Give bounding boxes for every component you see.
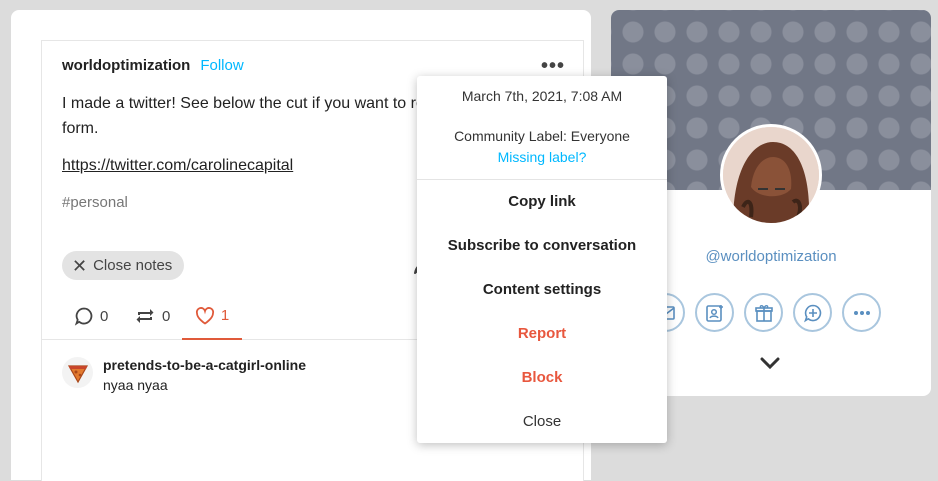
subscribe-menu-item[interactable]: Subscribe to conversation	[417, 237, 667, 254]
list-item: pretends-to-be-a-catgirl-online nyaa nya…	[62, 357, 306, 393]
replies-count: 0	[100, 307, 109, 325]
likes-count: 1	[220, 307, 230, 324]
block-menu-item[interactable]: Block	[417, 369, 667, 386]
chevron-down-icon[interactable]	[759, 356, 781, 375]
post-header: worldoptimization Follow	[62, 57, 244, 74]
copy-link-menu-item[interactable]: Copy link	[417, 193, 667, 210]
tab-replies[interactable]: 0	[74, 293, 108, 339]
more-options-icon[interactable]: •••	[541, 55, 565, 78]
more-icon[interactable]	[842, 293, 881, 332]
content-settings-menu-item[interactable]: Content settings	[417, 281, 667, 298]
avatar[interactable]	[720, 124, 822, 226]
menu-divider	[417, 179, 667, 180]
reblogs-count: 0	[162, 307, 171, 325]
close-notes-button[interactable]: ✕ Close notes	[62, 251, 185, 280]
post-timestamp: March 7th, 2021, 7:08 AM	[461, 88, 623, 104]
community-label: Community Label: Everyone	[454, 128, 630, 144]
tab-reblogs[interactable]: 0	[134, 293, 170, 339]
post-options-menu: March 7th, 2021, 7:08 AM Community Label…	[417, 76, 667, 443]
follow-button[interactable]: Follow	[200, 57, 243, 74]
note-text: nyaa nyaa	[103, 377, 168, 393]
missing-label-link[interactable]: Missing label?	[417, 149, 667, 165]
tab-likes[interactable]: 1	[182, 293, 242, 340]
close-notes-label: Close notes	[93, 257, 173, 274]
blog-name-link[interactable]: worldoptimization	[62, 57, 190, 74]
gift-icon[interactable]	[744, 293, 783, 332]
report-menu-item[interactable]: Report	[417, 325, 667, 342]
user-card-icon[interactable]	[695, 293, 734, 332]
chat-plus-icon[interactable]	[793, 293, 832, 332]
blog-actions	[646, 293, 881, 332]
reply-bubble-icon	[74, 307, 93, 326]
avatar[interactable]	[62, 357, 93, 388]
close-icon: ✕	[72, 255, 88, 276]
note-author[interactable]: pretends-to-be-a-catgirl-online	[103, 357, 306, 373]
post-link[interactable]: https://twitter.com/carolinecapital	[62, 157, 293, 175]
heart-icon	[195, 306, 214, 325]
post-tag[interactable]: #personal	[62, 194, 128, 211]
close-menu-item[interactable]: Close	[417, 413, 667, 430]
reblog-icon	[136, 309, 154, 323]
